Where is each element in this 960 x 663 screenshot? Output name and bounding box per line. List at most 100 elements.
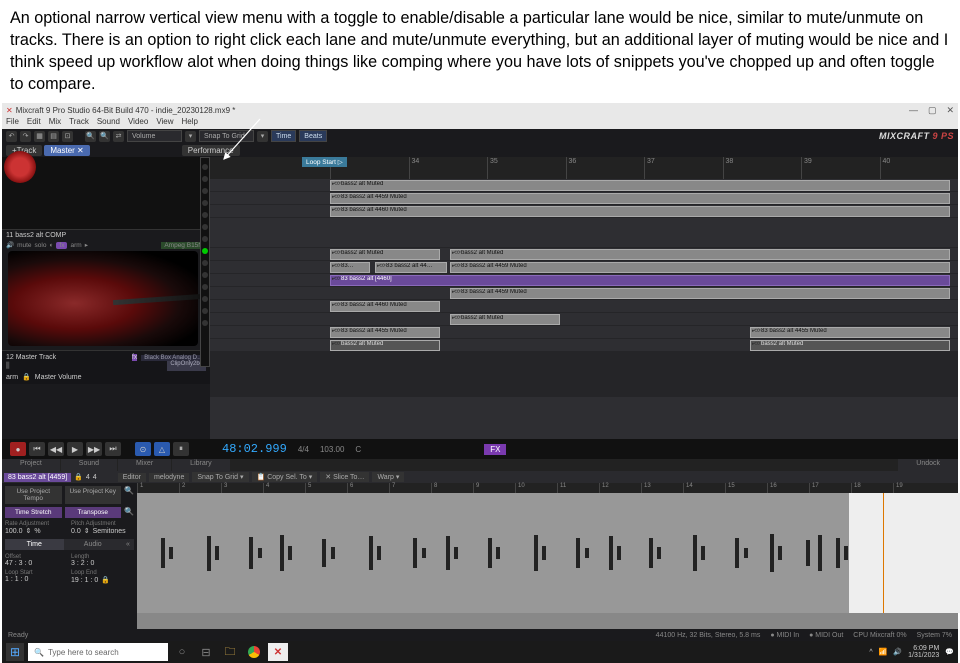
- clip[interactable]: 83 bass2 alt 4455 Muted: [330, 327, 440, 338]
- lock-icon[interactable]: 🔒: [22, 373, 31, 381]
- tray-network-icon[interactable]: 📶: [879, 648, 888, 656]
- cortana-icon[interactable]: ○: [172, 643, 192, 661]
- time-signature[interactable]: 4/4: [298, 445, 309, 454]
- snap-dropdown[interactable]: Snap To Grid: [199, 130, 254, 142]
- key-display[interactable]: C: [355, 445, 361, 454]
- project-tab[interactable]: Project: [2, 459, 60, 471]
- menu-help[interactable]: Help: [182, 117, 198, 129]
- timecode-display[interactable]: 48:02.999: [222, 442, 287, 456]
- beats-mode-button[interactable]: Beats: [299, 130, 327, 142]
- clip[interactable]: 83 bass2 alt 4459 Muted: [450, 288, 950, 299]
- collapse-icon[interactable]: «: [122, 539, 134, 550]
- clip[interactable]: bass2 alt Muted: [750, 340, 950, 351]
- fx-master-button[interactable]: FX: [484, 444, 506, 455]
- start-button[interactable]: ⊞: [6, 643, 24, 661]
- clip[interactable]: 83 bass2 alt 4460 Muted: [330, 301, 440, 312]
- melodyne-button[interactable]: melodyne: [149, 473, 189, 482]
- wave-ruler[interactable]: 12345678910111213141516171819: [137, 483, 958, 493]
- time-tab[interactable]: Time: [5, 539, 64, 550]
- warp-dropdown[interactable]: Warp ▾: [372, 472, 404, 482]
- tool-button-2[interactable]: ▤: [48, 131, 59, 142]
- clip[interactable]: bass2 alt Muted: [330, 340, 440, 351]
- tray-chevron-icon[interactable]: ^: [869, 649, 872, 656]
- clip[interactable]: 83 bass2 alt 4455 Muted: [750, 327, 950, 338]
- clip[interactable]: bass2 alt Muted: [330, 249, 440, 260]
- time-stretch-button[interactable]: Time Stretch: [5, 507, 62, 518]
- loop-start-marker[interactable]: Loop Start ▷: [302, 157, 347, 167]
- time-mode-button[interactable]: Time: [271, 130, 296, 142]
- menu-file[interactable]: File: [6, 117, 19, 129]
- lock-icon[interactable]: 🔒: [74, 473, 83, 481]
- metronome-button[interactable]: △: [154, 442, 170, 456]
- chrome-icon[interactable]: [244, 643, 264, 661]
- lane-toggle-strip[interactable]: [200, 157, 210, 367]
- transpose-button[interactable]: Transpose: [65, 507, 122, 518]
- copy-sel-dropdown[interactable]: 📋 Copy Sel. To ▾: [252, 472, 318, 482]
- task-view-icon[interactable]: ⊟: [196, 643, 216, 661]
- menu-edit[interactable]: Edit: [27, 117, 41, 129]
- fx-button[interactable]: fx: [56, 242, 67, 249]
- selection-region[interactable]: [849, 493, 960, 613]
- menu-sound[interactable]: Sound: [97, 117, 120, 129]
- track-12-header[interactable]: 12 Master Track fx Black Box Analog D… ⫼…: [2, 350, 210, 384]
- preset-1[interactable]: Black Box Analog D…: [141, 355, 206, 361]
- loop-button[interactable]: ⊙: [135, 442, 151, 456]
- clip-active[interactable]: 83 bass2 alt [4460]: [330, 275, 950, 286]
- bpm-display[interactable]: 103.00: [320, 445, 344, 454]
- zoom-tool[interactable]: 🔍: [85, 131, 96, 142]
- volume-icon[interactable]: 🔊: [6, 241, 14, 249]
- forward-button[interactable]: ▶▶: [86, 442, 102, 456]
- library-tab[interactable]: Library: [172, 459, 229, 471]
- taskbar-search[interactable]: 🔍 Type here to search: [28, 643, 168, 661]
- clip[interactable]: 83 bass2 alt 44…: [375, 262, 447, 273]
- play-button[interactable]: ▶: [67, 442, 83, 456]
- waveform-editor[interactable]: 12345678910111213141516171819: [137, 483, 958, 629]
- expand-icon[interactable]: ▸: [85, 241, 88, 249]
- timeline-ruler[interactable]: Loop Start ▷ 3334 3536 3738 3940: [210, 157, 958, 179]
- master-tab[interactable]: Master ✕: [44, 145, 89, 156]
- redo-button[interactable]: ↷: [20, 131, 31, 142]
- solo-button[interactable]: solo: [35, 242, 47, 249]
- clip[interactable]: bass2 alt Muted: [450, 249, 950, 260]
- menu-track[interactable]: Track: [69, 117, 89, 129]
- mixer-tab[interactable]: Mixer: [118, 459, 171, 471]
- zoom-icon[interactable]: 🔍: [124, 507, 134, 518]
- clip[interactable]: 83 bass2 alt 4459 Muted: [330, 193, 950, 204]
- pause-button[interactable]: ⏸: [173, 442, 189, 456]
- playhead-cursor[interactable]: [883, 493, 884, 613]
- explorer-icon[interactable]: 🗀: [220, 643, 240, 661]
- snap-dropdown[interactable]: Snap To Grid ▾: [192, 472, 248, 482]
- menu-mix[interactable]: Mix: [49, 117, 61, 129]
- clip[interactable]: 83…: [330, 262, 370, 273]
- track-11-header[interactable]: 11 bass2 alt COMP 🔊 mute solo ◐ fx arm ▸…: [2, 229, 210, 350]
- mixcraft-taskbar-icon[interactable]: ✕: [268, 643, 288, 661]
- link-button[interactable]: ⇄: [113, 131, 124, 142]
- timeline[interactable]: Loop Start ▷ 3334 3536 3738 3940 bass2 a…: [210, 157, 958, 439]
- pan-icon[interactable]: ◐: [49, 242, 53, 249]
- minimize-button[interactable]: —: [909, 105, 918, 116]
- sliders-icon[interactable]: ⫼: [6, 361, 10, 371]
- mute-button[interactable]: mute: [17, 242, 31, 249]
- slice-dropdown[interactable]: ✕ Slice To…: [320, 472, 369, 482]
- dropdown-icon[interactable]: ▾: [257, 131, 268, 142]
- undo-button[interactable]: ↶: [6, 131, 17, 142]
- menu-video[interactable]: Video: [128, 117, 148, 129]
- volume-dropdown[interactable]: Volume: [127, 130, 182, 142]
- undock-button[interactable]: Undock: [898, 459, 958, 471]
- audio-tab[interactable]: Audio: [64, 539, 123, 550]
- use-project-key-button[interactable]: Use Project Key: [65, 486, 122, 504]
- menu-view[interactable]: View: [156, 117, 173, 129]
- arm-button[interactable]: arm: [70, 242, 81, 249]
- sound-tab[interactable]: Sound: [61, 459, 117, 471]
- performance-tab[interactable]: Performance: [182, 145, 240, 156]
- rewind-button[interactable]: ◀◀: [48, 442, 64, 456]
- maximize-button[interactable]: ▢: [928, 105, 937, 116]
- clip[interactable]: bass2 alt Muted: [330, 180, 950, 191]
- tool-button-3[interactable]: ⊡: [62, 131, 73, 142]
- clip[interactable]: 83 bass2 alt 4460 Muted: [330, 206, 950, 217]
- skip-end-button[interactable]: ⏭: [105, 442, 121, 456]
- close-button[interactable]: ✕: [946, 105, 954, 116]
- tray-volume-icon[interactable]: 🔊: [893, 648, 902, 656]
- notifications-icon[interactable]: 💬: [945, 648, 954, 656]
- zoom-tool-2[interactable]: 🔍: [99, 131, 110, 142]
